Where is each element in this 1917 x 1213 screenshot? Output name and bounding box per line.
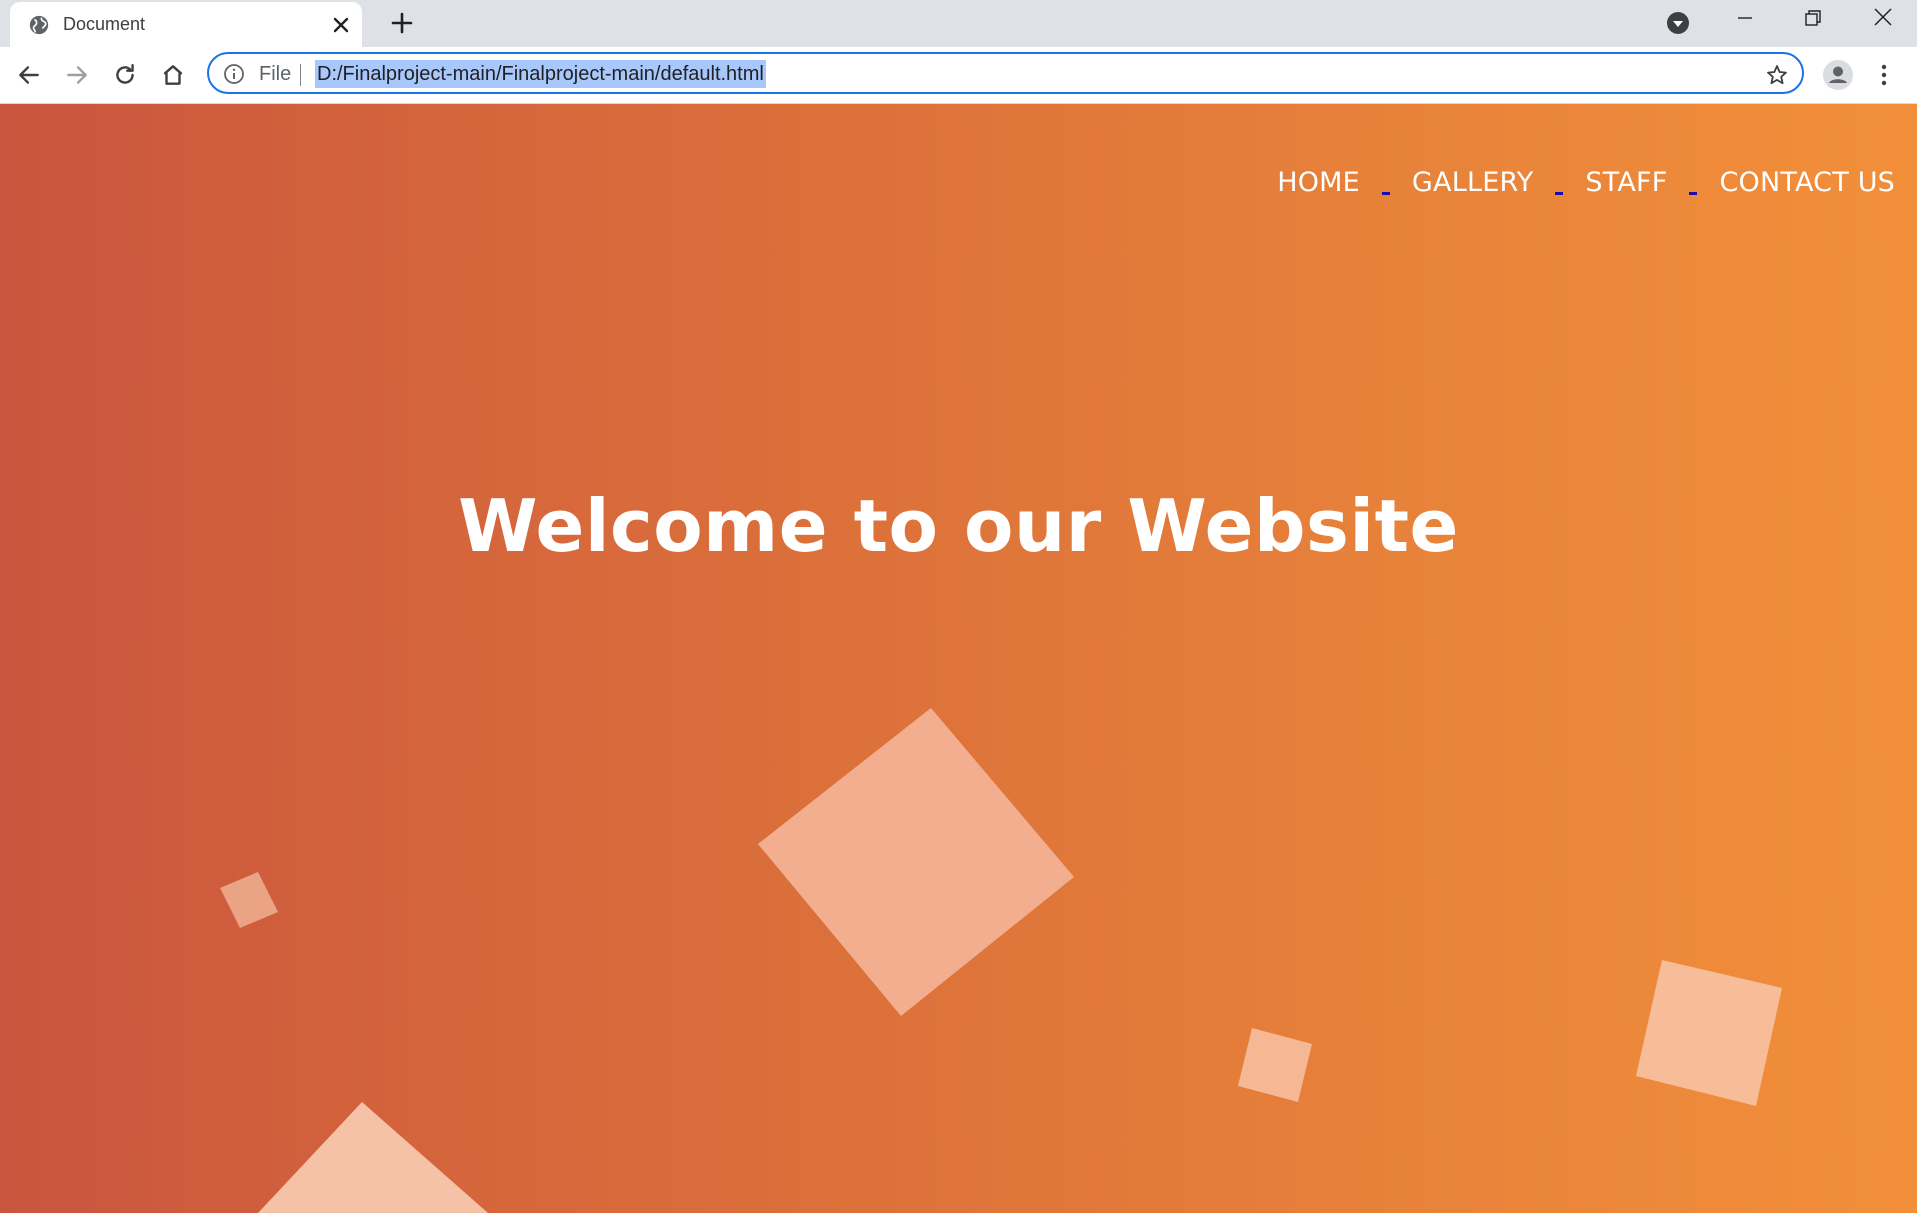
globe-icon xyxy=(29,15,49,35)
back-arrow-icon[interactable] xyxy=(16,62,42,88)
site-nav: HOME GALLERY STAFF CONTACT US xyxy=(1277,164,1895,200)
browser-tab[interactable]: Document xyxy=(10,2,362,47)
url-scheme-label: File xyxy=(259,63,292,85)
profile-avatar-icon[interactable] xyxy=(1822,59,1854,91)
nav-home[interactable]: HOME xyxy=(1277,167,1360,198)
nav-staff[interactable]: STAFF xyxy=(1585,167,1667,198)
page-viewport: HOME GALLERY STAFF CONTACT US Welcome to… xyxy=(0,104,1917,1213)
nav-separator xyxy=(1689,191,1698,195)
tab-search-icon[interactable] xyxy=(1666,11,1690,35)
reload-icon[interactable] xyxy=(112,62,138,88)
address-bar[interactable]: File D:/Finalproject-main/Finalproject-m… xyxy=(207,52,1804,94)
decorative-square-bottom xyxy=(258,1102,488,1213)
url-scheme-divider xyxy=(300,64,301,86)
window-close-icon[interactable] xyxy=(1872,6,1894,28)
home-icon[interactable] xyxy=(160,62,186,88)
browser-toolbar: File D:/Finalproject-main/Finalproject-m… xyxy=(0,47,1917,104)
new-tab-icon[interactable] xyxy=(390,11,414,35)
decorative-square-large xyxy=(758,708,1074,1016)
more-menu-icon[interactable] xyxy=(1872,61,1896,89)
decorative-square-medium xyxy=(1238,1028,1312,1102)
nav-contact-us[interactable]: CONTACT US xyxy=(1719,167,1895,198)
nav-separator xyxy=(1381,191,1390,195)
tab-title: Document xyxy=(63,14,146,34)
decorative-square-small xyxy=(220,872,278,928)
info-icon[interactable] xyxy=(223,63,245,85)
url-text[interactable]: D:/Finalproject-main/Finalproject-main/d… xyxy=(315,60,766,88)
decorative-square-right xyxy=(1636,960,1782,1106)
nav-separator xyxy=(1555,191,1564,195)
minimize-icon[interactable] xyxy=(1735,8,1755,28)
nav-gallery[interactable]: GALLERY xyxy=(1412,167,1533,198)
hero-title: Welcome to our Website xyxy=(458,484,1459,568)
tab-strip: Document xyxy=(0,0,1917,47)
restore-icon[interactable] xyxy=(1803,8,1823,28)
close-icon[interactable] xyxy=(332,16,350,34)
forward-arrow-icon[interactable] xyxy=(64,62,90,88)
bookmark-star-icon[interactable] xyxy=(1765,63,1789,87)
